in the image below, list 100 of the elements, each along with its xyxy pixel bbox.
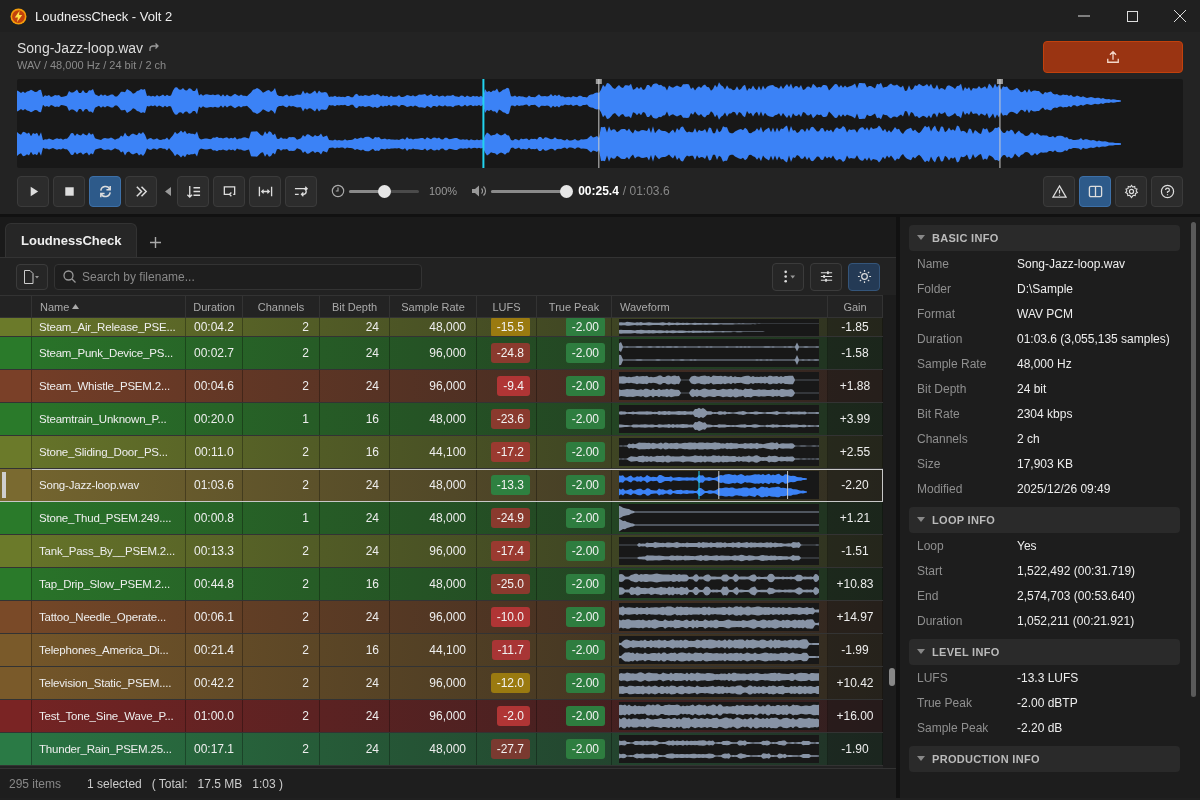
search-input[interactable]: Search by filename...: [82, 269, 413, 284]
table-row[interactable]: Tattoo_Needle_Operate... 00:06.1 2 24 96,000 -10.0 -2.00 +14.97: [0, 601, 883, 634]
table-cell: 96,000: [429, 346, 466, 360]
file-menu-button[interactable]: [16, 263, 48, 290]
table-cell: Television_Static_PSEM....: [39, 677, 172, 689]
info-value: -13.3 LUFS: [1017, 670, 1079, 685]
loop-button[interactable]: [89, 175, 121, 207]
column-header[interactable]: Sample Rate: [390, 296, 477, 317]
fast-forward-button[interactable]: [125, 175, 157, 207]
info-value: -2.20 dB: [1017, 720, 1063, 735]
loop-end-marker[interactable]: [996, 79, 1003, 168]
table-row[interactable]: Telephones_America_Di... 00:21.4 2 16 44,100 -11.7 -2.00 -1.99: [0, 634, 883, 667]
file-name: Song-Jazz-loop.wav: [17, 39, 144, 56]
more-button[interactable]: [772, 262, 804, 291]
table-cell: Tap_Drip_Slow_PSEM.2...: [39, 578, 170, 590]
table-row[interactable]: Tank_Pass_By__PSEM.2... 00:13.3 2 24 96,000 -17.4 -2.00 -1.51: [0, 535, 883, 568]
true-peak-badge: -2.00: [565, 475, 605, 495]
table-cell: 24: [365, 610, 379, 624]
fit-width-button[interactable]: [249, 175, 281, 207]
scrollbar-thumb[interactable]: [889, 668, 895, 686]
settings-icon: [1123, 183, 1139, 199]
section-header[interactable]: LEVEL INFO: [909, 639, 1180, 665]
lufs-badge: -2.0: [497, 706, 530, 726]
true-peak-badge: -2.00: [565, 343, 605, 363]
slider-thumb[interactable]: [378, 185, 391, 198]
table-row[interactable]: Tap_Drip_Slow_PSEM.2... 00:44.8 2 16 48,000 -25.0 -2.00 +10.83: [0, 568, 883, 601]
lufs-badge: -17.2: [490, 442, 530, 462]
true-peak-badge: -2.00: [565, 541, 605, 561]
sun-button[interactable]: [848, 262, 880, 291]
close-icon: [1174, 10, 1186, 22]
split-panel-icon: [1087, 183, 1103, 199]
caret-icon[interactable]: [165, 186, 171, 196]
column-header[interactable]: LUFS: [477, 296, 537, 317]
section-header[interactable]: PRODUCTION INFO: [909, 746, 1180, 772]
table-row[interactable]: Television_Static_PSEM.... 00:42.2 2 24 96,000 -12.0 -2.00 +10.42: [0, 667, 883, 700]
table-row[interactable]: Test_Tone_Sine_Wave_P... 01:00.0 2 24 96,000 -2.0 -2.00 +16.00: [0, 700, 883, 733]
repeat-button[interactable]: [213, 175, 245, 207]
table-row[interactable]: Stone_Sliding_Door_PS... 00:11.0 2 16 44,100 -17.2 -2.00 +2.55: [0, 436, 883, 469]
lufs-badge: -24.9: [490, 508, 530, 528]
table-row[interactable]: Thunder_Rain_PSEM.25... 00:17.1 2 24 48,000 -27.7 -2.00 -1.90: [0, 733, 883, 766]
table-cell: 24: [365, 320, 379, 334]
lufs-badge: -12.0: [490, 673, 530, 693]
column-header[interactable]: True Peak: [537, 296, 612, 317]
table-cell: +14.97: [836, 610, 874, 624]
warning-button[interactable]: [1043, 175, 1075, 207]
table-cell: 48,000: [429, 511, 466, 525]
true-peak-badge: -2.00: [565, 376, 605, 396]
lufs-badge: -27.7: [490, 739, 530, 759]
table-cell: 2: [302, 643, 309, 657]
column-header[interactable]: Channels: [243, 296, 320, 317]
table-row[interactable]: Steam_Punk_Device_PS... 00:02.7 2 24 96,000 -24.8 -2.00 -1.58: [0, 337, 883, 370]
info-label: Channels: [917, 431, 969, 446]
sort-lines-button[interactable]: [177, 175, 209, 207]
info-label: Sample Rate: [917, 356, 988, 371]
waveform-drawing[interactable]: [17, 79, 1183, 168]
tab[interactable]: LoudnessCheck: [5, 223, 138, 257]
column-header[interactable]: Bit Depth: [320, 296, 390, 317]
total-time: / 01:03.6: [622, 184, 670, 198]
table-cell: 00:06.1: [194, 610, 235, 624]
table-cell: 44,100: [429, 445, 466, 459]
info-value: 01:03.6 (3,055,135 samples): [1017, 331, 1170, 346]
table-cell: -1.51: [841, 544, 869, 558]
column-header[interactable]: Waveform: [612, 296, 828, 317]
table-cell: -1.99: [841, 643, 869, 657]
table-cell: 00:21.4: [194, 643, 235, 657]
slider-thumb[interactable]: [560, 185, 574, 198]
table-cell: 2: [302, 577, 309, 591]
stop-button[interactable]: [53, 175, 85, 207]
table-cell: 24: [365, 544, 379, 558]
lufs-badge: -13.3: [490, 475, 530, 495]
table-cell: 00:20.0: [194, 412, 235, 426]
swap-button[interactable]: [285, 175, 317, 207]
sliders-button[interactable]: [810, 262, 842, 291]
play-button[interactable]: [17, 175, 49, 207]
table-row[interactable]: Steam_Whistle_PSEM.2... 00:04.6 2 24 96,000 -9.4 -2.00 +1.88: [0, 370, 883, 403]
loop-start-marker[interactable]: [595, 79, 602, 168]
table-cell: 24: [365, 742, 379, 756]
search-field[interactable]: Search by filename...: [54, 263, 422, 290]
table-row[interactable]: Stone_Thud_PSEM.249.... 00:00.8 1 24 48,000 -24.9 -2.00 +1.21: [0, 502, 883, 535]
section-header[interactable]: BASIC INFO: [909, 225, 1180, 251]
settings-button[interactable]: [1115, 175, 1147, 207]
split-panel-button[interactable]: [1079, 175, 1111, 207]
table-row[interactable]: Steamtrain_Unknown_P... 00:20.0 1 16 48,000 -23.6 -2.00 +3.99: [0, 403, 883, 436]
section-header[interactable]: LOOP INFO: [909, 507, 1180, 533]
table-cell: 2: [302, 320, 309, 334]
sort-arrow-icon: [72, 304, 80, 309]
info-value: -2.00 dBTP: [1017, 695, 1078, 710]
share-arrow-icon[interactable]: [149, 42, 161, 52]
expand-caret-icon: [917, 756, 925, 762]
scrollbar-thumb[interactable]: [1191, 222, 1196, 697]
column-header[interactable]: Name: [32, 296, 186, 317]
table-cell: 2: [302, 478, 309, 492]
table-cell: 01:03.6: [194, 478, 235, 492]
table-cell: Song-Jazz-loop.wav: [39, 479, 139, 491]
expand-caret-icon: [917, 649, 925, 655]
column-header[interactable]: Duration: [186, 296, 243, 317]
table-row[interactable]: Song-Jazz-loop.wav 01:03.6 2 24 48,000 -13.3 -2.00 -2.20: [0, 469, 883, 502]
fast-forward-icon: [133, 183, 149, 199]
table-row[interactable]: Steam_Air_Release_PSE... 00:04.2 2 24 48,000 -15.5 -2.00 -1.85: [0, 318, 883, 337]
help-button[interactable]: [1151, 175, 1183, 207]
